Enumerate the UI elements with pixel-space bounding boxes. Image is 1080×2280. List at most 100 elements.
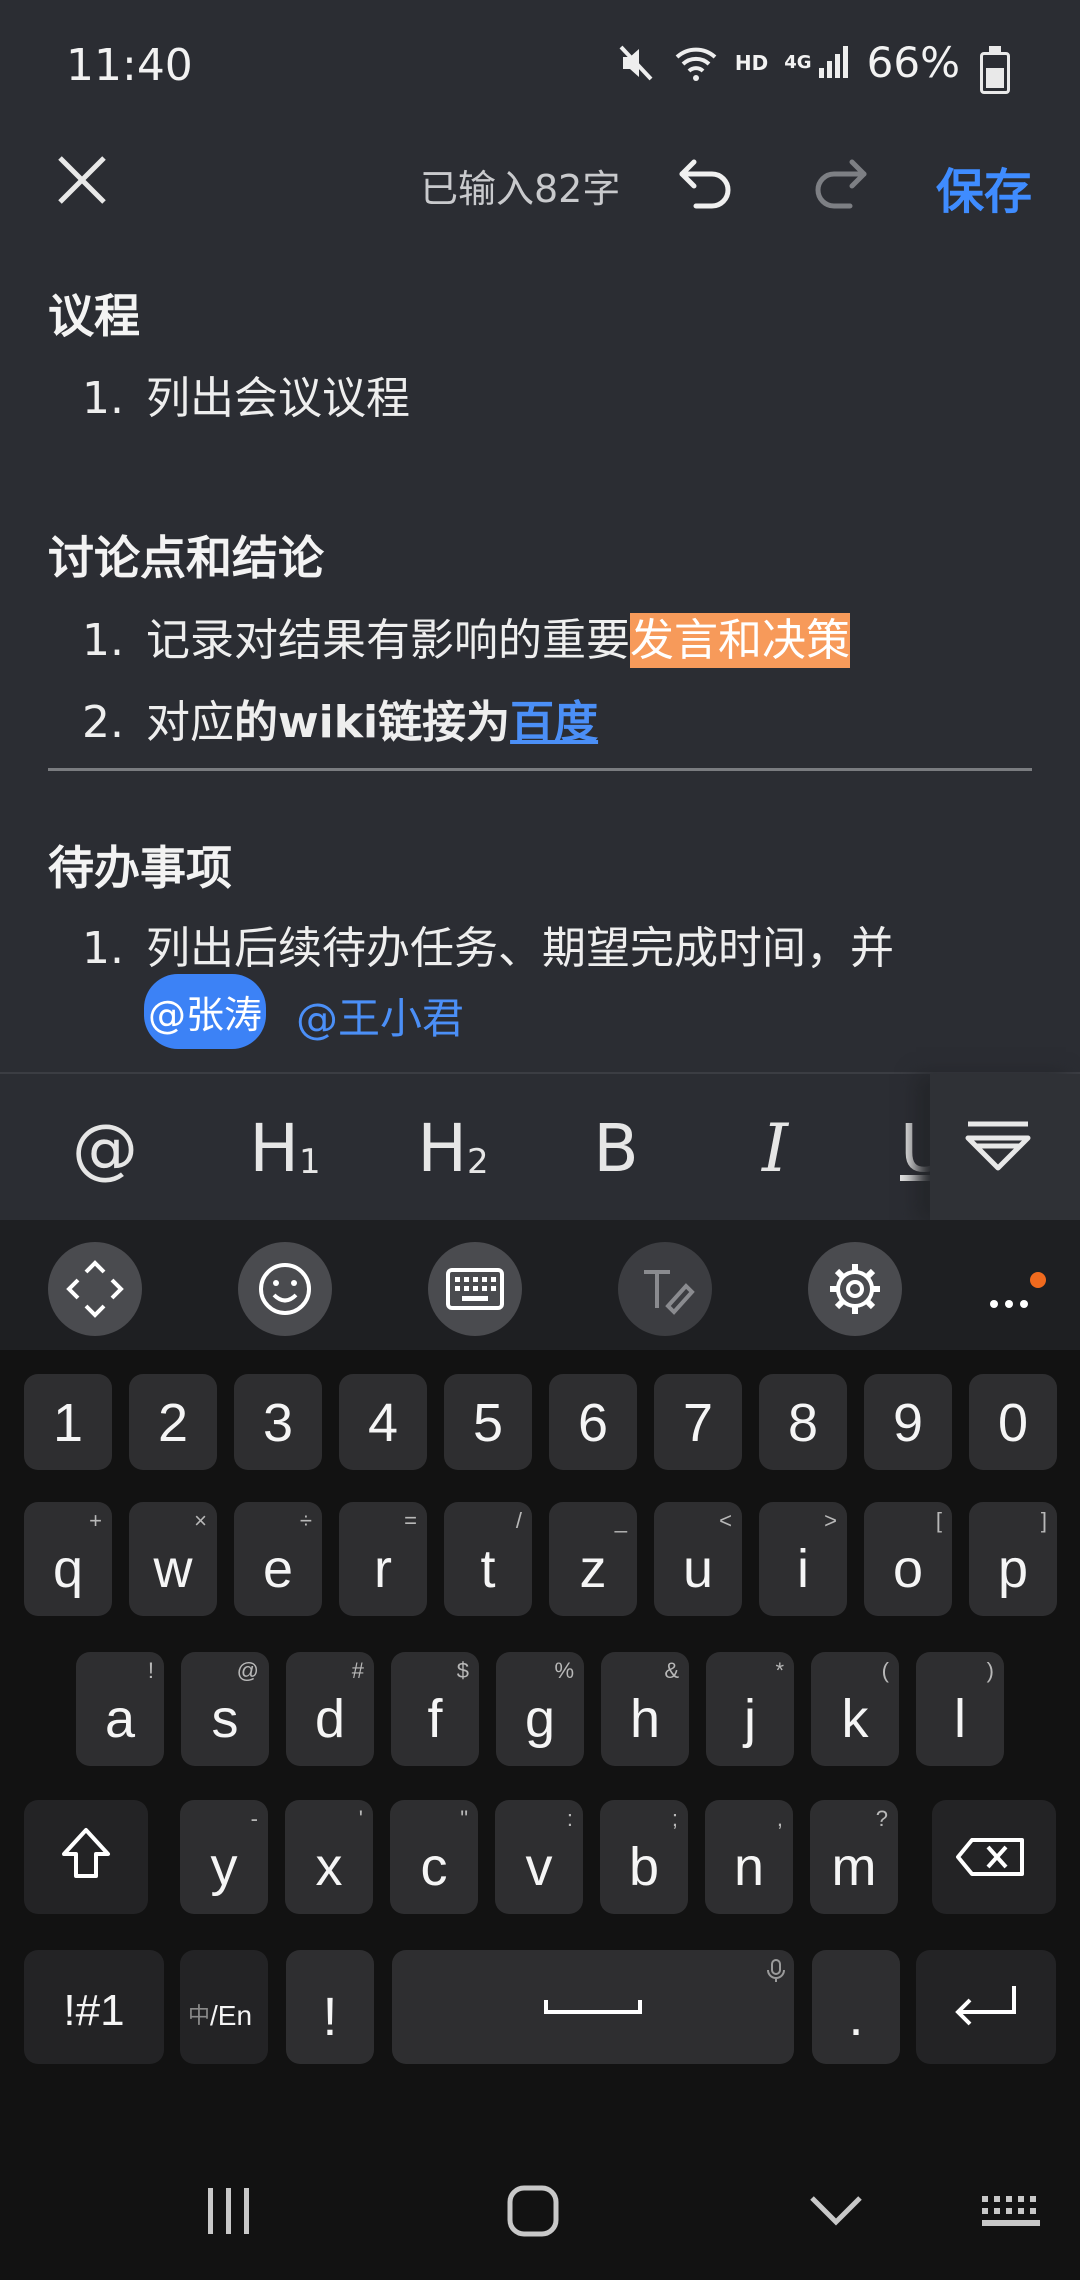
mute-icon <box>619 45 653 80</box>
key-9[interactable]: 9 <box>864 1374 952 1470</box>
shift-key[interactable] <box>24 1800 148 1914</box>
key-label: c <box>420 1837 448 1897</box>
key-e[interactable]: e ÷ <box>234 1502 322 1616</box>
close-icon[interactable] <box>52 150 112 210</box>
key-secondary-label: ] <box>1040 1508 1047 1533</box>
save-button[interactable]: 保存 <box>936 152 1032 222</box>
key-n[interactable]: n, <box>705 1800 793 1914</box>
heading1-level: 1 <box>299 1142 321 1182</box>
mic-icon <box>767 1959 785 1982</box>
key-r[interactable]: r = <box>339 1502 427 1616</box>
navigation-bar <box>0 2110 1080 2280</box>
handwriting-button[interactable] <box>618 1242 712 1336</box>
document-body[interactable]: 议程 1. 列出会议议程 讨论点和结论 1. 记录对结果有影响的重要发言和决策 2.… <box>0 250 1080 1070</box>
exclamation-key[interactable]: ! <box>286 1950 374 2064</box>
key-secondary-label: * <box>775 1658 784 1683</box>
network-type: 4G <box>784 52 812 73</box>
key-d[interactable]: d # <box>286 1652 374 1766</box>
wiki-link[interactable]: 百度 <box>510 697 598 748</box>
mention-chip[interactable]: @张涛 <box>144 974 267 1049</box>
key-label: v <box>525 1837 553 1897</box>
key-secondary-label: ! <box>147 1658 154 1683</box>
language-key[interactable]: 中/En <box>180 1950 268 2064</box>
recent-apps-icon[interactable] <box>200 2182 260 2242</box>
key-m[interactable]: m? <box>810 1800 898 1914</box>
key-7[interactable]: 7 <box>654 1374 742 1470</box>
mention-button[interactable]: @ <box>60 1104 150 1194</box>
key-y[interactable]: y- <box>180 1800 268 1914</box>
key-i[interactable]: i > <box>759 1502 847 1616</box>
italic-button[interactable]: I <box>730 1104 820 1194</box>
list-text: 列出后续待办任务、期望完成时间，并 <box>146 923 894 974</box>
cursor-move-button[interactable] <box>48 1242 142 1336</box>
keyboard-hide-icon[interactable] <box>980 2192 1044 2236</box>
key-secondary-label: > <box>824 1508 837 1533</box>
list-number: 1. <box>82 615 124 666</box>
settings-button[interactable] <box>808 1242 902 1336</box>
key-j[interactable]: j * <box>706 1652 794 1766</box>
battery-percent: 66% <box>866 38 960 87</box>
key-k[interactable]: k( <box>811 1652 899 1766</box>
key-v[interactable]: v: <box>495 1800 583 1914</box>
bold-button[interactable]: B <box>566 1104 666 1194</box>
key-8[interactable]: 8 <box>759 1374 847 1470</box>
undo-icon[interactable] <box>672 148 738 214</box>
heading-todo: 待办事项 <box>48 841 232 895</box>
key-t[interactable]: t / <box>444 1502 532 1616</box>
emoji-button[interactable] <box>238 1242 332 1336</box>
status-bar: 11:40 HD 4G 66% <box>0 0 1080 130</box>
heading-agenda: 议程 <box>48 289 140 343</box>
key-o[interactable]: o[ <box>864 1502 952 1616</box>
key-c[interactable]: c " <box>390 1800 478 1914</box>
status-icons: HD 4G 66% <box>617 38 960 87</box>
expand-toolbar-button[interactable] <box>930 1074 1080 1222</box>
key-5[interactable]: 5 <box>444 1374 532 1470</box>
key-h[interactable]: h & <box>601 1652 689 1766</box>
key-6[interactable]: 6 <box>549 1374 637 1470</box>
key-g[interactable]: g% <box>496 1652 584 1766</box>
key-s[interactable]: s @ <box>181 1652 269 1766</box>
clock: 11:40 <box>66 40 193 91</box>
heading2-button[interactable]: H2 <box>398 1104 508 1194</box>
key-0[interactable]: 0 <box>969 1374 1057 1470</box>
key-f[interactable]: f $ <box>391 1652 479 1766</box>
key-label: b <box>628 1837 660 1897</box>
enter-key[interactable] <box>916 1950 1056 2064</box>
word-counter: 已输入82字 <box>420 167 621 211</box>
symbols-key[interactable]: !#1 <box>24 1950 164 2064</box>
backspace-icon <box>956 1838 1024 1876</box>
back-chevron-icon[interactable] <box>806 2186 866 2236</box>
key-w[interactable]: w × <box>129 1502 217 1616</box>
key-3[interactable]: 3 <box>234 1374 322 1470</box>
lang-zh: 中 <box>188 2003 211 2028</box>
key-u[interactable]: u < <box>654 1502 742 1616</box>
backspace-key[interactable] <box>932 1800 1056 1914</box>
redo-icon[interactable] <box>808 148 874 214</box>
key-2[interactable]: 2 <box>129 1374 217 1470</box>
mention[interactable]: @王小君 <box>296 985 464 1046</box>
list-item: 1. 列出后续待办任务、期望完成时间，并 <box>82 912 894 976</box>
key-1[interactable]: 1 <box>24 1374 112 1470</box>
key-b[interactable]: b; <box>600 1800 688 1914</box>
heading1-button[interactable]: H1 <box>230 1104 340 1194</box>
home-icon[interactable] <box>502 2180 566 2244</box>
key-a[interactable]: a! <box>76 1652 164 1766</box>
keyboard-switch-button[interactable] <box>428 1242 522 1336</box>
key-4[interactable]: 4 <box>339 1374 427 1470</box>
key-secondary-label: $ <box>456 1658 469 1683</box>
key-label: 7 <box>682 1393 714 1453</box>
key-q[interactable]: q + <box>24 1502 112 1616</box>
key-z[interactable]: z _ <box>549 1502 637 1616</box>
heading-discussion: 讨论点和结论 <box>48 531 324 585</box>
period-key[interactable]: . <box>812 1950 900 2064</box>
key-secondary-label: × <box>194 1508 207 1533</box>
key-l[interactable]: l) <box>916 1652 1004 1766</box>
more-button[interactable] <box>986 1266 1056 1326</box>
key-p[interactable]: p] <box>969 1502 1057 1616</box>
list-item: 2. 对应的wiki链接为百度 <box>82 686 598 750</box>
key-label: a <box>104 1689 136 1749</box>
key-label: r <box>374 1539 392 1599</box>
key-x[interactable]: x ' <box>285 1800 373 1914</box>
key-label: n <box>733 1837 765 1897</box>
space-key[interactable] <box>392 1950 794 2064</box>
